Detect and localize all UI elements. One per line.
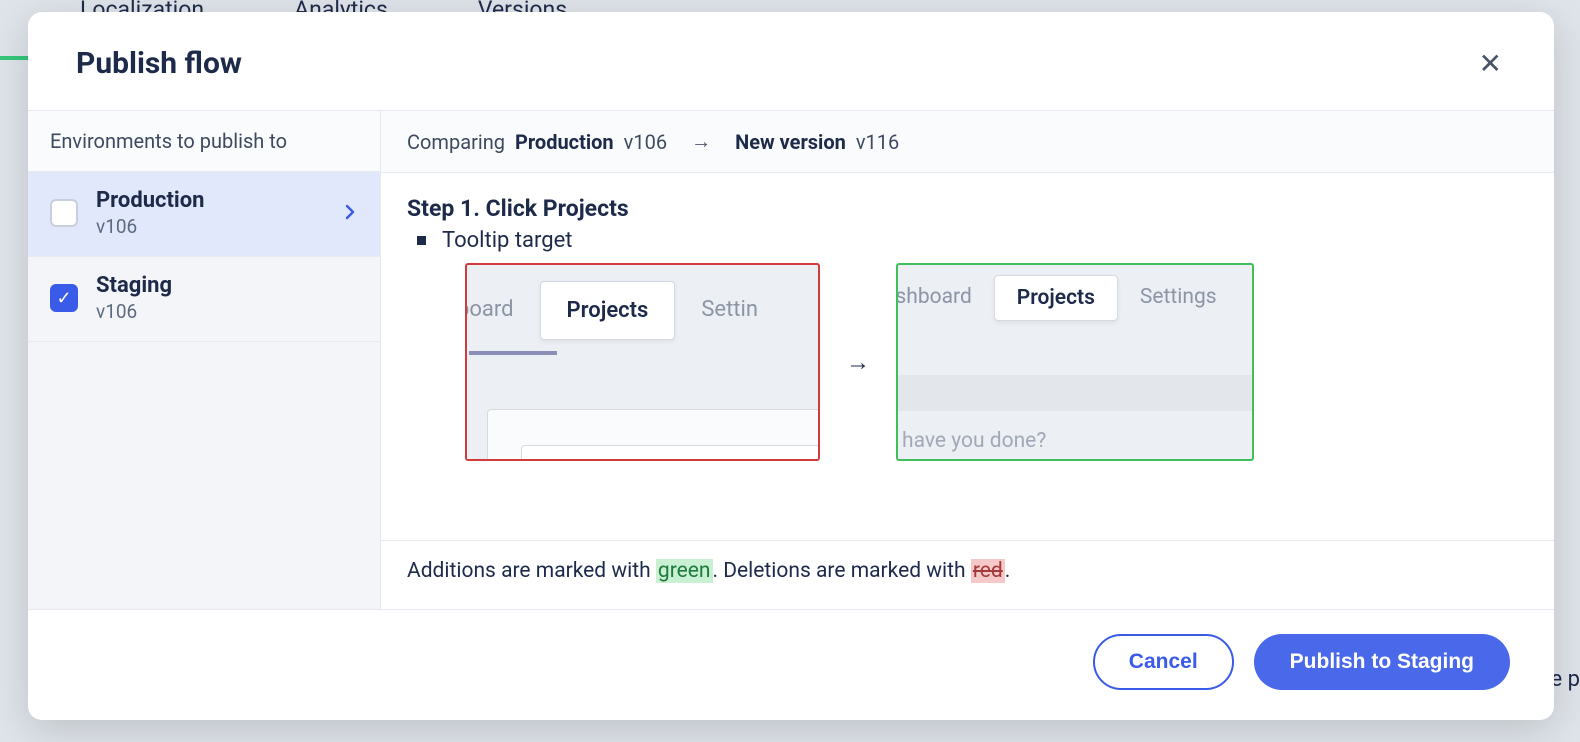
env-name: Production: [96, 188, 324, 213]
publish-flow-modal: Publish flow ✕ Environments to publish t…: [28, 12, 1554, 720]
publish-button[interactable]: Publish to Staging: [1254, 634, 1510, 690]
diff-main: Comparing Production v106 → New version …: [381, 111, 1554, 609]
environments-sidebar: Environments to publish to Production v1…: [28, 111, 381, 609]
chevron-right-icon: [342, 201, 358, 226]
modal-title: Publish flow: [76, 46, 242, 81]
close-button[interactable]: ✕: [1475, 46, 1506, 82]
compare-from-name: Production: [515, 130, 614, 154]
environment-item-production[interactable]: Production v106: [28, 172, 380, 257]
compare-to-version: v116: [856, 130, 899, 154]
diff-row: board Projects Settin → ashboard Project…: [465, 263, 1528, 461]
step-title: Step 1. Click Projects: [407, 195, 1528, 222]
old-tab-active: Projects: [540, 281, 676, 340]
env-version: v106: [96, 300, 358, 323]
legend-red: red: [971, 559, 1005, 583]
sidebar-header: Environments to publish to: [28, 111, 380, 172]
old-underline: [469, 351, 557, 355]
bullet-icon: [417, 236, 426, 245]
new-tab-active: Projects: [994, 275, 1118, 321]
old-tab: Settin: [675, 281, 784, 340]
env-name: Staging: [96, 273, 358, 298]
checkbox-staging[interactable]: ✓: [50, 284, 78, 312]
legend-text: .: [1005, 559, 1011, 583]
modal-footer: Cancel Publish to Staging: [28, 610, 1554, 720]
env-labels: Staging v106: [96, 273, 358, 323]
new-screenshot: ashboard Projects Settings have you done…: [896, 263, 1254, 461]
old-screenshot: board Projects Settin: [465, 263, 820, 461]
diff-legend: Additions are marked with green. Deletio…: [381, 540, 1554, 609]
compare-to-name: New version: [735, 130, 846, 154]
environment-item-staging[interactable]: ✓ Staging v106: [28, 257, 380, 342]
compare-bar: Comparing Production v106 → New version …: [381, 111, 1554, 173]
compare-prefix: Comparing: [407, 130, 505, 154]
new-placeholder-text: have you done?: [902, 429, 1046, 453]
new-tab: Settings: [1118, 275, 1239, 321]
check-icon: ✓: [56, 288, 71, 309]
new-tab: ashboard: [896, 275, 994, 321]
legend-text: . Deletions are marked with: [713, 559, 971, 583]
new-divider: [898, 375, 1252, 411]
diff-content: Step 1. Click Projects Tooltip target bo…: [381, 173, 1554, 540]
legend-green: green: [656, 559, 713, 583]
arrow-right-icon: →: [691, 129, 711, 154]
env-version: v106: [96, 215, 324, 238]
checkbox-production[interactable]: [50, 199, 78, 227]
modal-body: Environments to publish to Production v1…: [28, 111, 1554, 610]
cancel-button[interactable]: Cancel: [1093, 634, 1234, 690]
bullet-text: Tooltip target: [442, 228, 573, 253]
arrow-right-icon: →: [846, 348, 870, 377]
old-panel-inner: [521, 445, 820, 461]
modal-header: Publish flow ✕: [28, 12, 1554, 111]
close-icon: ✕: [1479, 48, 1502, 79]
env-labels: Production v106: [96, 188, 324, 238]
old-tab: board: [465, 281, 540, 340]
bg-tab-underline: [0, 56, 30, 60]
compare-from-version: v106: [624, 130, 667, 154]
legend-text: Additions are marked with: [407, 559, 656, 583]
bullet-row: Tooltip target: [417, 228, 1528, 253]
